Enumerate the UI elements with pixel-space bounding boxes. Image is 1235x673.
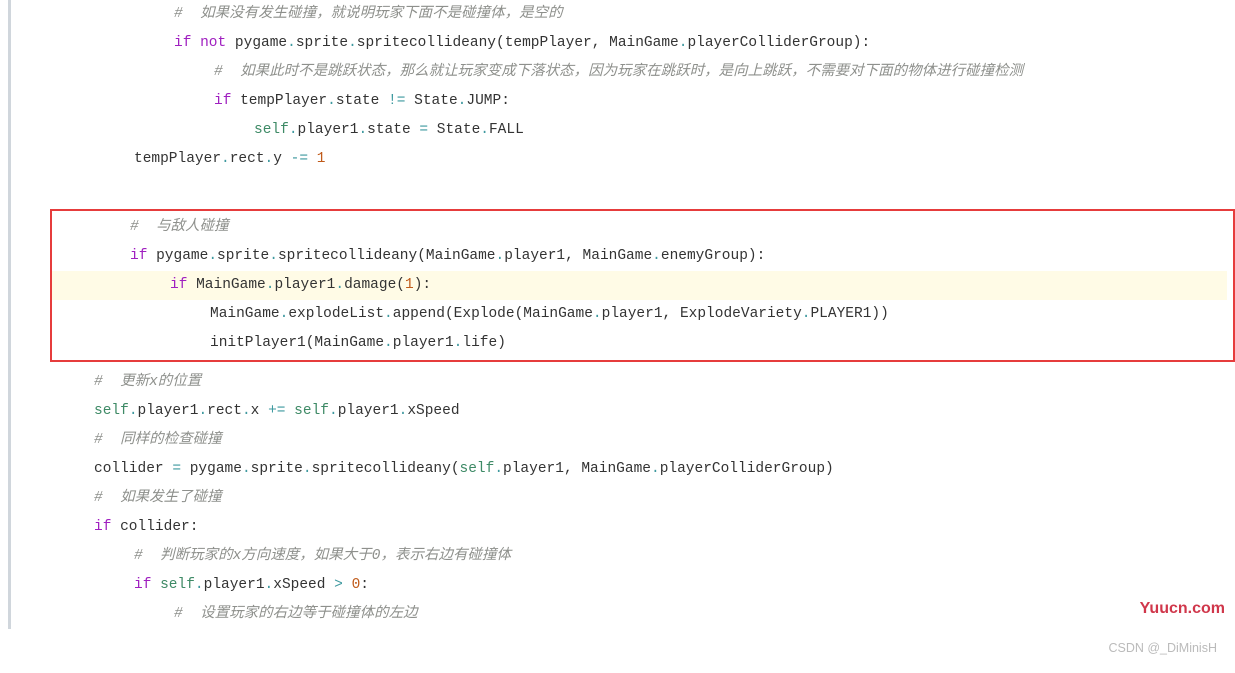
comment: # 同样的检查碰撞 (94, 432, 222, 448)
code-line: # 设置玩家的右边等于碰撞体的左边 (56, 600, 1235, 629)
code-line: # 与敌人碰撞 (52, 213, 1227, 242)
code-line: self.player1.rect.x += self.player1.xSpe… (56, 397, 1235, 426)
highlighted-block: # 与敌人碰撞 if pygame.sprite.spritecollidean… (50, 209, 1235, 362)
code-line: if tempPlayer.state != State.JUMP: (56, 87, 1235, 116)
code-line: # 如果没有发生碰撞，就说明玩家下面不是碰撞体，是空的 (56, 0, 1235, 29)
comment: # 与敌人碰撞 (130, 219, 229, 235)
blank-line (56, 174, 1235, 203)
code-line: tempPlayer.rect.y -= 1 (56, 145, 1235, 174)
comment: # 如果此时不是跳跃状态，那么就让玩家变成下落状态，因为玩家在跳跃时，是向上跳跃… (214, 64, 1023, 80)
code-line: MainGame.explodeList.append(Explode(Main… (52, 300, 1227, 329)
code-line: if self.player1.xSpeed > 0: (56, 571, 1235, 600)
code-line: collider = pygame.sprite.spritecollidean… (56, 455, 1235, 484)
code-line: # 如果发生了碰撞 (56, 484, 1235, 513)
comment: # 判断玩家的x方向速度，如果大于0，表示右边有碰撞体 (134, 548, 511, 564)
comment: # 如果发生了碰撞 (94, 490, 222, 506)
code-line: # 如果此时不是跳跃状态，那么就让玩家变成下落状态，因为玩家在跳跃时，是向上跳跃… (56, 58, 1235, 87)
code-block: # 如果没有发生碰撞，就说明玩家下面不是碰撞体，是空的 if not pygam… (8, 0, 1235, 629)
code-line: # 判断玩家的x方向速度，如果大于0，表示右边有碰撞体 (56, 542, 1235, 571)
comment: # 如果没有发生碰撞，就说明玩家下面不是碰撞体，是空的 (174, 6, 563, 22)
watermark-top: Yuucn.com (1140, 594, 1225, 623)
code-line: # 同样的检查碰撞 (56, 426, 1235, 455)
code-line: initPlayer1(MainGame.player1.life) (52, 329, 1227, 358)
code-line: if pygame.sprite.spritecollideany(MainGa… (52, 242, 1227, 271)
code-line: if not pygame.sprite.spritecollideany(te… (56, 29, 1235, 58)
code-line: # 更新x的位置 (56, 368, 1235, 397)
code-line: self.player1.state = State.FALL (56, 116, 1235, 145)
comment: # 更新x的位置 (94, 374, 201, 390)
code-line: if collider: (56, 513, 1235, 542)
comment: # 设置玩家的右边等于碰撞体的左边 (174, 606, 418, 622)
watermark-bottom: CSDN @_DiMinisH (1108, 634, 1217, 663)
code-line-highlighted: if MainGame.player1.damage(1): (52, 271, 1227, 300)
